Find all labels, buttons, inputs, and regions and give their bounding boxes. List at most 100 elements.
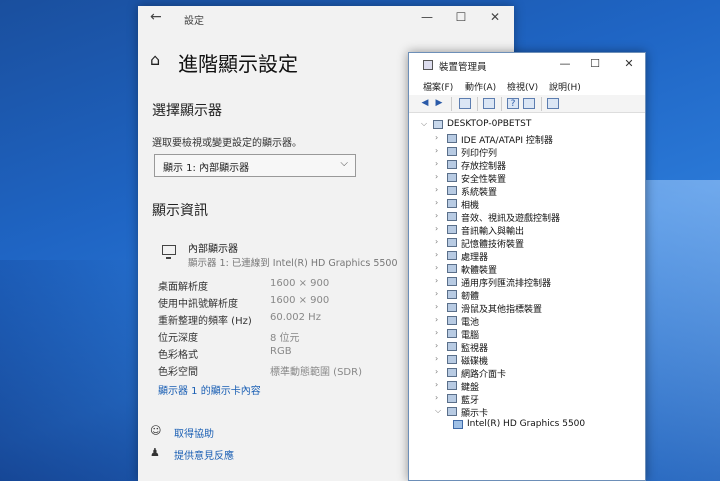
collapse-arrow-icon[interactable]: › xyxy=(435,198,445,207)
toolbar-separator xyxy=(477,97,478,111)
monitor-connection: 顯示器 1: 已連線到 Intel(R) HD Graphics 5500 xyxy=(188,258,398,269)
scan-hardware-icon[interactable] xyxy=(547,98,559,109)
menu-help[interactable]: 說明(H) xyxy=(549,80,581,93)
computer-icon xyxy=(447,329,457,338)
update-driver-icon[interactable] xyxy=(523,98,535,109)
sound-controller-icon xyxy=(447,212,457,221)
menu-file[interactable]: 檔案(F) xyxy=(423,80,453,93)
page-title: 進階顯示設定 xyxy=(178,52,298,76)
toolbar-separator xyxy=(501,97,502,111)
collapse-arrow-icon[interactable]: › xyxy=(435,367,445,376)
display-select[interactable]: 顯示 1: 內部顯示器 ⌵ xyxy=(154,154,356,177)
audio-io-icon xyxy=(447,225,457,234)
collapse-arrow-icon[interactable]: › xyxy=(435,250,445,259)
collapse-arrow-icon[interactable]: › xyxy=(435,315,445,324)
display-adapter-icon xyxy=(453,420,463,429)
category-label: 藍牙 xyxy=(461,396,480,406)
monitor-name: 內部顯示器 xyxy=(188,244,238,255)
toolbar-separator xyxy=(451,97,452,111)
collapse-arrow-icon[interactable]: › xyxy=(435,133,445,142)
collapse-arrow-icon[interactable]: › xyxy=(435,276,445,285)
network-adapter-icon xyxy=(447,368,457,377)
devmgr-toolbar: ◀ ▶ ? xyxy=(409,95,645,113)
menu-action[interactable]: 動作(A) xyxy=(465,80,496,93)
collapse-arrow-icon[interactable]: › xyxy=(435,263,445,272)
devmgr-close-button[interactable]: ✕ xyxy=(621,57,637,70)
get-help-link[interactable]: 取得協助 xyxy=(174,425,214,440)
settings-app-title: 設定 xyxy=(184,16,204,27)
display-info-heading: 顯示資訊 xyxy=(152,203,208,219)
info-value: 8 位元 xyxy=(270,333,300,344)
collapse-arrow-icon[interactable]: › xyxy=(435,380,445,389)
collapse-arrow-icon[interactable]: › xyxy=(435,159,445,168)
toolbar-separator xyxy=(541,97,542,111)
devmgr-minimize-button[interactable]: — xyxy=(557,57,573,70)
collapse-arrow-icon[interactable]: › xyxy=(435,211,445,220)
feedback-link[interactable]: 提供意見反應 xyxy=(174,447,234,462)
info-label: 桌面解析度 xyxy=(158,282,208,293)
processor-icon xyxy=(447,251,457,260)
menu-view[interactable]: 檢視(V) xyxy=(507,80,538,93)
collapse-arrow-icon[interactable]: › xyxy=(435,224,445,233)
category-label: 軟體裝置 xyxy=(461,266,498,276)
collapse-arrow-icon[interactable]: › xyxy=(435,289,445,298)
back-icon[interactable]: ◀ xyxy=(419,98,431,109)
collapse-arrow-icon[interactable]: › xyxy=(435,172,445,181)
collapse-arrow-icon[interactable]: › xyxy=(435,328,445,337)
collapse-arrow-icon[interactable]: › xyxy=(435,237,445,246)
devmgr-titlebar: 裝置管理員 — ☐ ✕ xyxy=(409,53,645,77)
category-label: 存放控制器 xyxy=(461,162,507,172)
category-label: 記憶體技術裝置 xyxy=(461,240,525,250)
security-device-icon xyxy=(447,173,457,182)
expand-arrow-icon[interactable]: ⌵ xyxy=(421,119,431,129)
category-label: 安全性裝置 xyxy=(461,175,507,185)
help-icon: ☺ xyxy=(150,424,162,437)
category-label: 滑鼠及其他指標裝置 xyxy=(461,305,543,315)
bluetooth-icon xyxy=(447,394,457,403)
settings-maximize-button[interactable]: ☐ xyxy=(452,10,470,24)
category-label: IDE ATA/ATAPI 控制器 xyxy=(461,136,553,146)
collapse-arrow-icon[interactable]: › xyxy=(435,185,445,194)
collapse-arrow-icon[interactable]: › xyxy=(435,393,445,402)
camera-icon xyxy=(447,199,457,208)
disk-drive-icon xyxy=(447,355,457,364)
info-value: 標準動態範圍 (SDR) xyxy=(270,367,362,378)
collapse-arrow-icon[interactable]: › xyxy=(435,302,445,311)
collapse-arrow-icon[interactable]: › xyxy=(435,146,445,155)
category-label: 系統裝置 xyxy=(461,188,498,198)
monitor-icon xyxy=(162,245,176,259)
collapse-arrow-icon[interactable]: › xyxy=(435,341,445,350)
collapse-arrow-icon[interactable]: › xyxy=(435,354,445,363)
category-label: 電池 xyxy=(461,318,480,328)
devmgr-menubar: 檔案(F) 動作(A) 檢視(V) 說明(H) xyxy=(409,77,645,93)
usb-controller-icon xyxy=(447,277,457,286)
settings-minimize-button[interactable]: — xyxy=(418,10,436,24)
show-hide-tree-icon[interactable] xyxy=(459,98,471,109)
help-icon[interactable]: ? xyxy=(507,98,519,109)
category-label: 處理器 xyxy=(461,253,489,263)
root-label: DESKTOP-0PBETST xyxy=(447,119,532,129)
category-label: 鍵盤 xyxy=(461,383,480,393)
expand-arrow-icon[interactable]: ⌵ xyxy=(435,406,445,416)
category-label: 電腦 xyxy=(461,331,480,341)
category-label: 列印佇列 xyxy=(461,149,498,159)
settings-close-button[interactable]: ✕ xyxy=(486,10,504,24)
keyboard-icon xyxy=(447,381,457,390)
category-label: 韌體 xyxy=(461,292,480,302)
info-value: 1600 × 900 xyxy=(270,278,330,289)
forward-icon[interactable]: ▶ xyxy=(433,98,445,109)
home-icon[interactable]: ⌂ xyxy=(150,50,160,69)
device-label: Intel(R) HD Graphics 5500 xyxy=(467,419,586,429)
settings-titlebar: ← 設定 — ☐ ✕ xyxy=(138,6,514,32)
monitor-icon xyxy=(447,342,457,351)
devmgr-maximize-button[interactable]: ☐ xyxy=(587,57,603,70)
info-label: 使用中訊號解析度 xyxy=(158,299,238,310)
desktop-dark-streak xyxy=(0,260,140,481)
system-device-icon xyxy=(447,186,457,195)
info-label: 重新整理的頻率 (Hz) xyxy=(158,316,252,327)
device-manager-icon xyxy=(423,60,433,70)
info-label: 色彩空間 xyxy=(158,367,198,378)
adapter-properties-link[interactable]: 顯示器 1 的顯示卡內容 xyxy=(158,382,261,397)
properties-icon[interactable] xyxy=(483,98,495,109)
back-arrow-icon[interactable]: ← xyxy=(150,9,162,25)
